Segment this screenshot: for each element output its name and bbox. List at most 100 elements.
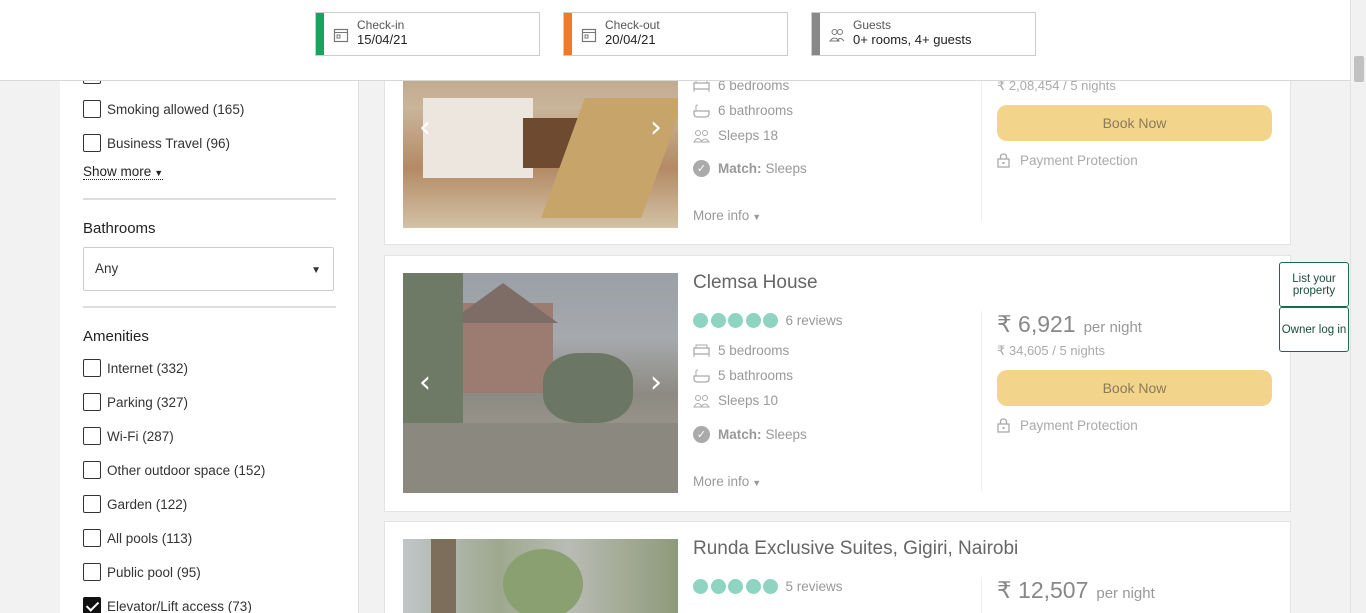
total-price: ₹ 34,605 / 5 nights xyxy=(997,343,1106,358)
checkbox[interactable] xyxy=(83,427,101,445)
caret-down-icon: ▼ xyxy=(154,168,164,178)
amenity-public-pool[interactable]: Public pool (95) xyxy=(83,563,201,581)
check-circle-icon: ✓ xyxy=(693,426,710,443)
amenity-label: All pools (113) xyxy=(107,530,193,546)
amenity-outdoor-space[interactable]: Other outdoor space (152) xyxy=(83,461,265,479)
divider xyxy=(83,198,336,200)
divider xyxy=(981,311,982,491)
checkbox-checked[interactable] xyxy=(83,597,101,613)
rating: 5 reviews xyxy=(693,579,843,594)
bathrooms-feature: 6 bathrooms xyxy=(693,103,793,118)
chevron-left-icon[interactable]: ‹ xyxy=(415,113,435,143)
photo-ground xyxy=(403,423,678,493)
amenity-wifi[interactable]: Wi-Fi (287) xyxy=(83,427,174,445)
amenity-garden[interactable]: Garden (122) xyxy=(83,495,187,513)
guests-field[interactable]: Guests 0+ rooms, 4+ guests xyxy=(811,12,1036,56)
checkbox[interactable] xyxy=(83,495,101,513)
photo-bush xyxy=(543,353,633,423)
checkbox[interactable] xyxy=(83,563,101,581)
bathrooms-text: 6 bathrooms xyxy=(718,103,794,118)
caret-down-icon: ▼ xyxy=(752,478,762,488)
match-label: Match: xyxy=(718,427,762,442)
calendar-icon xyxy=(333,28,349,43)
reviews-count[interactable]: 6 reviews xyxy=(786,313,843,328)
check-circle-icon: ✓ xyxy=(693,160,710,177)
photo-bed xyxy=(423,98,533,178)
book-now-button[interactable]: Book Now xyxy=(997,105,1272,141)
price-amount: ₹ 6,921 xyxy=(997,311,1076,337)
match-indicator: ✓ Match: Sleeps xyxy=(693,160,807,177)
checkout-label: Check-out xyxy=(605,18,660,32)
price-unit: per night xyxy=(1083,319,1142,336)
amenity-elevator[interactable]: Elevator/Lift access (73) xyxy=(83,597,252,613)
checkin-value: 15/04/21 xyxy=(357,32,408,47)
people-icon xyxy=(693,129,710,142)
amenity-all-pools[interactable]: All pools (113) xyxy=(83,529,192,547)
checkbox[interactable] xyxy=(83,461,101,479)
scrollbar-thumb[interactable] xyxy=(1354,56,1364,82)
filter-business-travel[interactable]: Business Travel (96) xyxy=(83,134,230,152)
checkbox[interactable] xyxy=(83,359,101,377)
chevron-right-icon[interactable]: › xyxy=(646,113,666,143)
bathrooms-select[interactable]: Any ▼ xyxy=(83,247,334,291)
amenity-label: Garden (122) xyxy=(107,496,188,512)
amenity-internet[interactable]: Internet (332) xyxy=(83,359,188,377)
listing-card[interactable]: ‹ › Clemsa House 6 reviews 5 bedrooms 5 … xyxy=(384,255,1291,512)
guests-stripe xyxy=(812,13,820,55)
bedrooms-feature: 5 bedrooms xyxy=(693,343,789,358)
more-info-label: More info xyxy=(693,474,750,489)
listing-photo[interactable] xyxy=(403,539,678,613)
rating-dot xyxy=(693,313,708,328)
listing-card[interactable]: Runda Exclusive Suites, Gigiri, Nairobi … xyxy=(384,521,1291,613)
checkin-label: Check-in xyxy=(357,18,405,32)
owner-login-button[interactable]: Owner log in xyxy=(1279,307,1349,352)
chevron-right-icon[interactable]: › xyxy=(646,368,666,398)
sleeps-text: Sleeps 18 xyxy=(718,128,779,143)
calendar-icon xyxy=(581,28,597,43)
more-info-link[interactable]: More info ▼ xyxy=(693,208,761,223)
rating-dot xyxy=(710,313,726,328)
listing-title[interactable]: Clemsa House xyxy=(693,272,818,294)
reviews-count[interactable]: 5 reviews xyxy=(786,579,843,594)
checkout-field[interactable]: Check-out 20/04/21 xyxy=(563,12,788,56)
rating-dot xyxy=(745,579,761,594)
rating: 6 reviews xyxy=(693,313,843,328)
page-scrollbar[interactable] xyxy=(1350,0,1366,613)
checkbox[interactable] xyxy=(83,393,101,411)
checkin-stripe xyxy=(316,13,324,55)
listing-title[interactable]: Runda Exclusive Suites, Gigiri, Nairobi xyxy=(693,538,1018,560)
rating-dot xyxy=(745,313,761,328)
filter-label: Smoking allowed (165) xyxy=(107,101,245,117)
rating-dot xyxy=(728,579,743,594)
amenity-label: Parking (327) xyxy=(107,394,189,410)
chevron-left-icon[interactable]: ‹ xyxy=(415,368,435,398)
nightly-price: ₹ 6,921 per night xyxy=(997,311,1142,338)
list-property-button[interactable]: List your property xyxy=(1279,262,1349,307)
lock-icon xyxy=(997,153,1010,168)
lock-icon xyxy=(997,418,1010,433)
bathrooms-text: 5 bathrooms xyxy=(718,368,794,383)
rating-dot xyxy=(763,579,778,594)
amenity-parking[interactable]: Parking (327) xyxy=(83,393,188,411)
checkin-field[interactable]: Check-in 15/04/21 xyxy=(315,12,540,56)
more-info-link[interactable]: More info ▼ xyxy=(693,474,761,489)
filter-sidebar: Smoking allowed (165) Business Travel (9… xyxy=(60,0,359,613)
top-header: Check-in 15/04/21 Check-out 20/04/21 Gue… xyxy=(0,0,1350,81)
checkbox[interactable] xyxy=(83,100,101,118)
checkbox[interactable] xyxy=(83,134,101,152)
protection-text: Payment Protection xyxy=(1020,153,1138,168)
amenity-label: Other outdoor space (152) xyxy=(107,462,266,478)
sleeps-text: Sleeps 10 xyxy=(718,393,779,408)
divider xyxy=(981,577,982,613)
listing-photo[interactable]: ‹ › xyxy=(403,273,678,493)
show-more-link[interactable]: Show more ▼ xyxy=(83,164,164,180)
filter-smoking[interactable]: Smoking allowed (165) xyxy=(83,100,244,118)
checkbox[interactable] xyxy=(83,529,101,547)
bedrooms-text: 5 bedrooms xyxy=(718,343,790,358)
people-icon xyxy=(693,394,710,407)
bathrooms-feature: 5 bathrooms xyxy=(693,368,793,383)
guests-value: 0+ rooms, 4+ guests xyxy=(853,32,972,47)
book-now-button[interactable]: Book Now xyxy=(997,370,1272,406)
rating-dot xyxy=(728,313,743,328)
price-amount: ₹ 12,507 xyxy=(997,577,1089,603)
